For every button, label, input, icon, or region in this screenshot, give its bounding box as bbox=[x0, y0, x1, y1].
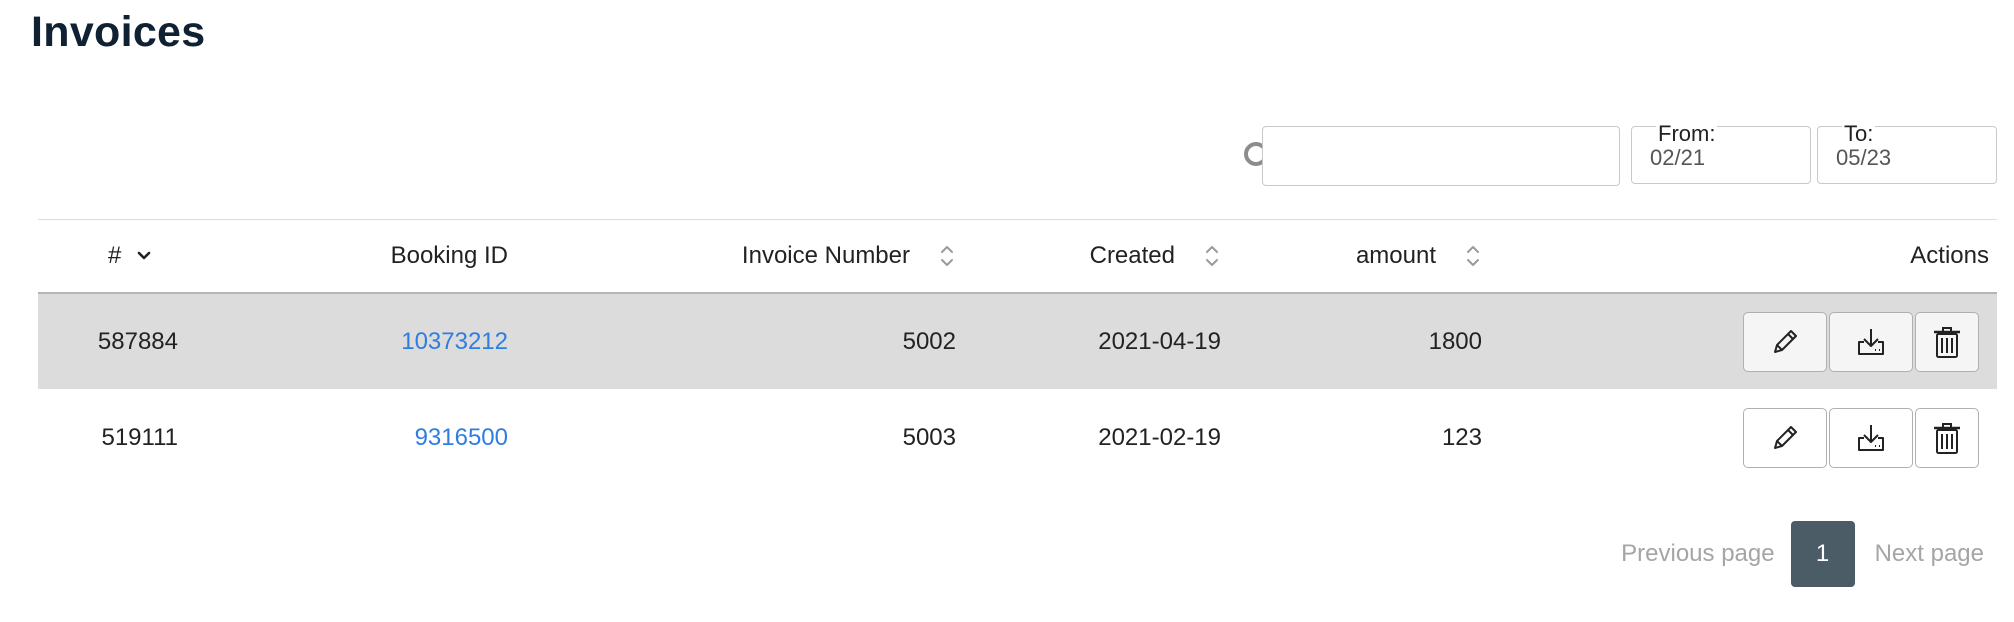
trash-icon bbox=[1934, 423, 1960, 454]
cell-created: 2021-02-19 bbox=[1098, 423, 1221, 451]
download-icon bbox=[1858, 329, 1884, 355]
current-page-button[interactable]: 1 bbox=[1790, 521, 1855, 587]
column-header-invoice-number[interactable]: Invoice Number bbox=[538, 220, 956, 292]
sort-updown-icon[interactable] bbox=[1203, 242, 1221, 270]
search-input[interactable] bbox=[1262, 126, 1620, 186]
column-header-created[interactable]: Created bbox=[978, 220, 1221, 292]
previous-page-link[interactable]: Previous page bbox=[1621, 540, 1774, 568]
from-date-field[interactable]: From: bbox=[1631, 121, 1811, 184]
download-button[interactable] bbox=[1829, 312, 1913, 372]
cell-invoice-number: 5002 bbox=[902, 327, 956, 355]
booking-id-link[interactable]: 10373212 bbox=[401, 328, 508, 356]
from-date-label: From: bbox=[1656, 121, 1718, 147]
column-header-booking-id: Booking ID bbox=[218, 220, 508, 292]
to-date-field[interactable]: To: bbox=[1817, 121, 1997, 184]
delete-button[interactable] bbox=[1915, 408, 1979, 468]
cell-id: 519111 bbox=[101, 423, 178, 451]
edit-button[interactable] bbox=[1743, 312, 1827, 372]
column-header-actions-label: Actions bbox=[1910, 242, 1989, 269]
cell-booking-id: 10373212 bbox=[218, 294, 508, 389]
column-header-invoice-number-label: Invoice Number bbox=[741, 242, 910, 269]
column-header-actions: Actions bbox=[1538, 220, 1989, 292]
trash-icon bbox=[1934, 327, 1960, 358]
cell-id: 587884 bbox=[97, 327, 178, 355]
table-header: # Booking ID Invoice Number Created amou… bbox=[38, 220, 1997, 294]
sort-updown-icon[interactable] bbox=[1464, 242, 1482, 270]
edit-button[interactable] bbox=[1743, 408, 1827, 468]
column-header-id[interactable]: # bbox=[108, 220, 153, 292]
pagination: Previous page 1 Next page bbox=[1621, 521, 1984, 587]
next-page-link[interactable]: Next page bbox=[1875, 540, 1984, 568]
page-title: Invoices bbox=[31, 8, 206, 56]
row-actions bbox=[1743, 408, 1979, 468]
delete-button[interactable] bbox=[1915, 312, 1979, 372]
column-header-created-label: Created bbox=[1089, 242, 1175, 269]
column-header-amount[interactable]: amount bbox=[1238, 220, 1482, 292]
download-button[interactable] bbox=[1829, 408, 1913, 468]
cell-invoice-number: 5003 bbox=[902, 423, 956, 451]
to-date-label: To: bbox=[1842, 121, 1876, 147]
table-row: 519111 9316500 5003 2021-02-19 123 bbox=[38, 390, 1997, 485]
cell-amount: 1800 bbox=[1428, 327, 1482, 355]
from-date-input[interactable] bbox=[1650, 145, 1800, 171]
column-header-booking-id-label: Booking ID bbox=[390, 242, 508, 269]
table-row: 587884 10373212 5002 2021-04-19 1800 bbox=[38, 294, 1997, 389]
pencil-icon bbox=[1774, 330, 1797, 353]
cell-amount: 123 bbox=[1441, 423, 1482, 451]
chevron-down-icon[interactable] bbox=[135, 247, 153, 265]
pencil-icon bbox=[1774, 426, 1797, 449]
cell-created: 2021-04-19 bbox=[1098, 327, 1221, 355]
booking-id-link[interactable]: 9316500 bbox=[415, 424, 508, 452]
download-icon bbox=[1858, 425, 1884, 451]
sort-updown-icon[interactable] bbox=[938, 242, 956, 270]
to-date-input[interactable] bbox=[1836, 145, 1986, 171]
column-header-amount-label: amount bbox=[1355, 242, 1436, 269]
column-header-id-label: # bbox=[108, 242, 122, 269]
cell-booking-id: 9316500 bbox=[218, 390, 508, 485]
row-actions bbox=[1743, 312, 1979, 372]
